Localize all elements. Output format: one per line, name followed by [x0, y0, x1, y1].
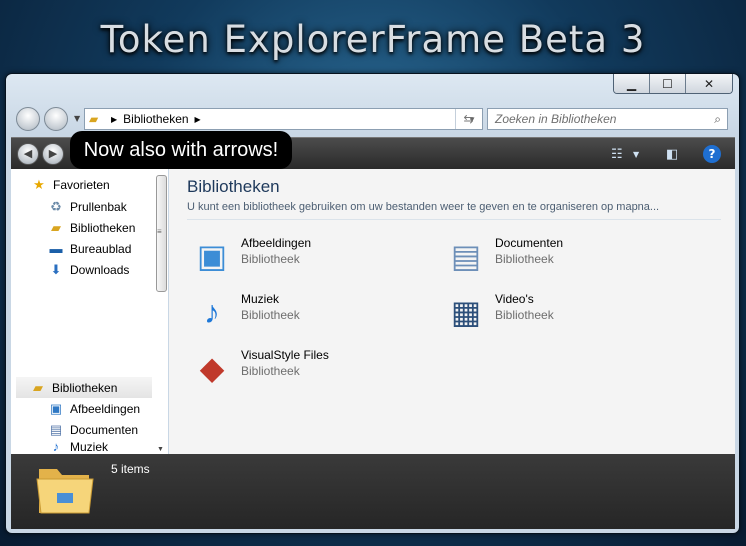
back-button[interactable] — [16, 107, 40, 131]
search-placeholder: Zoeken in Bibliotheken — [495, 112, 617, 126]
visualstyle-library-icon: ◆ — [199, 350, 225, 386]
toolbar-forward-arrow[interactable]: ▶ — [42, 143, 64, 165]
caption-buttons: ▁ ☐ ✕ — [613, 74, 733, 94]
content-pane: Bibliotheken U kunt een bibliotheek gebr… — [169, 169, 735, 454]
minimize-button[interactable]: ▁ — [614, 74, 650, 93]
nav-favorites[interactable]: ★ Favorieten — [31, 174, 110, 195]
nav-item-bibliotheken[interactable]: ▰ Bibliotheken — [48, 217, 135, 238]
nav-item-bureaublad[interactable]: ▬ Bureaublad — [48, 238, 132, 259]
nav-libraries[interactable]: ▰ Bibliotheken — [16, 377, 152, 398]
libraries-icon: ▰ — [51, 219, 61, 235]
nav-item-afbeeldingen[interactable]: ▣ Afbeeldingen — [48, 398, 140, 419]
maximize-button[interactable]: ☐ — [650, 74, 686, 93]
star-icon: ★ — [33, 176, 45, 192]
folder-icon — [36, 469, 94, 514]
scrollbar-grip-icon: ≡ — [157, 227, 162, 236]
videos-library-icon: ▦ — [450, 294, 482, 330]
documents-library-icon: ▤ — [450, 238, 482, 274]
pictures-library-icon: ▣ — [196, 238, 228, 274]
close-button[interactable]: ✕ — [686, 74, 732, 93]
item-count: 5 items — [111, 462, 150, 476]
library-visualstyle-files[interactable]: ◆ VisualStyle Files Bibliotheek — [189, 346, 429, 394]
music-library-icon: ♪ — [204, 294, 220, 330]
documents-icon: ▤ — [49, 421, 63, 437]
divider — [187, 219, 721, 220]
nav-item-documenten[interactable]: ▤ Documenten — [48, 419, 138, 440]
nav-item-downloads[interactable]: ⬇ Downloads — [48, 259, 130, 280]
breadcrumb-chevron-icon[interactable]: ▶ — [195, 115, 201, 124]
arrows-callout: Now also with arrows! — [70, 131, 292, 169]
details-pane: 5 items — [11, 454, 735, 529]
library-afbeeldingen[interactable]: ▣ Afbeeldingen Bibliotheek — [189, 234, 429, 282]
breadcrumb-bibliotheken[interactable]: Bibliotheken — [123, 112, 188, 126]
library-muziek[interactable]: ♪ Muziek Bibliotheek — [189, 290, 429, 338]
nav-item-muziek[interactable]: ♪ Muziek — [48, 440, 108, 454]
forward-button[interactable] — [44, 107, 68, 131]
help-icon[interactable]: ? — [703, 145, 721, 163]
desktop-icon: ▬ — [49, 240, 63, 256]
view-dropdown-icon[interactable]: ▼ — [633, 150, 639, 159]
library-documenten[interactable]: ▤ Documenten Bibliotheek — [443, 234, 683, 282]
explorer-window: ▁ ☐ ✕ ▼ ▰ ▶ Bibliotheken ▶ ▼ ⇆ Zoeken in… — [5, 73, 740, 534]
nav-item-prullenbak[interactable]: ♻ Prullenbak — [48, 196, 127, 217]
search-input[interactable]: Zoeken in Bibliotheken ⌕ — [487, 108, 728, 130]
recent-pages-dropdown[interactable]: ▼ — [74, 114, 80, 123]
recycle-bin-icon: ♻ — [50, 198, 62, 214]
music-icon: ♪ — [52, 440, 60, 454]
pictures-icon: ▣ — [49, 400, 63, 416]
refresh-button[interactable]: ⇆ — [455, 109, 481, 129]
page-headline: Token ExplorerFrame Beta 3 — [100, 18, 646, 61]
library-folder-icon: ▰ — [89, 112, 99, 126]
breadcrumb-chevron-icon[interactable]: ▶ — [111, 115, 117, 124]
navigation-pane: ★ Favorieten ♻ Prullenbak ▰ Bibliotheken… — [11, 169, 168, 454]
view-icon[interactable]: ☷ — [611, 147, 623, 162]
address-bar[interactable]: ▰ ▶ Bibliotheken ▶ ▼ — [84, 108, 483, 130]
search-icon[interactable]: ⌕ — [714, 112, 721, 127]
libraries-icon: ▰ — [33, 379, 43, 395]
scroll-down-icon[interactable]: ▼ — [157, 446, 164, 453]
downloads-icon: ⬇ — [50, 261, 62, 277]
page-title: Bibliotheken — [187, 177, 280, 196]
page-subtitle: U kunt een bibliotheek gebruiken om uw b… — [187, 201, 660, 213]
preview-pane-icon[interactable]: ◧ — [666, 147, 678, 162]
library-videos[interactable]: ▦ Video's Bibliotheek — [443, 290, 683, 338]
toolbar-back-arrow[interactable]: ◀ — [17, 143, 39, 165]
nav-scrollbar[interactable]: ≡ ▼ — [154, 175, 168, 453]
